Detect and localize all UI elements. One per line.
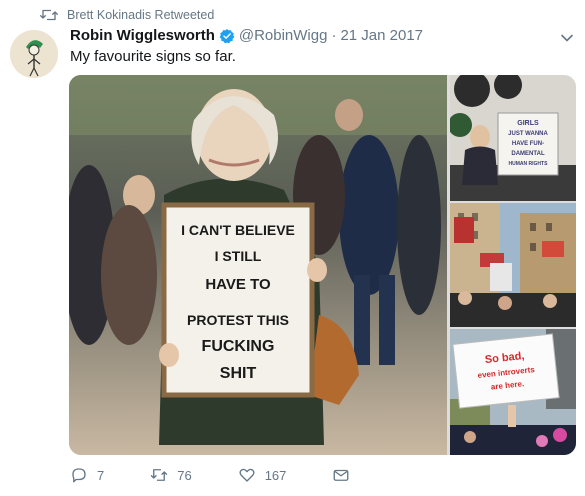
chevron-down-icon[interactable]: [560, 31, 574, 45]
thumb1-sign-line: DAMENTAL: [511, 151, 545, 157]
thumb1-sign-line: HUMAN RIGHTS: [509, 161, 549, 167]
main-sign-line: FUCKING: [202, 338, 275, 355]
retweet-context: Brett Kokinadis Retweeted: [40, 8, 214, 22]
photo-thumbnail-3[interactable]: So bad, even introverts are here.: [450, 329, 576, 455]
photo-main[interactable]: I CAN'T BELIEVE I STILL HAVE TO PROTEST …: [69, 75, 447, 455]
main-sign-line: I CAN'T BELIEVE: [181, 222, 295, 238]
tweet-actions: 7 76 167: [70, 466, 405, 484]
thumb1-sign-line: GIRLS: [517, 120, 539, 127]
author-handle[interactable]: @RobinWigg: [239, 27, 328, 44]
like-count: 167: [264, 467, 287, 483]
retweet-button[interactable]: 76: [150, 466, 192, 484]
avatar-illustration: [10, 30, 58, 78]
like-button[interactable]: 167: [238, 466, 287, 484]
direct-message-button[interactable]: [332, 466, 359, 484]
heart-icon: [239, 468, 255, 482]
verified-badge-icon: [219, 28, 235, 43]
retweet-icon: [151, 469, 168, 481]
avatar[interactable]: [10, 30, 58, 78]
media-grid: I CAN'T BELIEVE I STILL HAVE TO PROTEST …: [69, 75, 576, 455]
main-sign-line: SHIT: [220, 365, 257, 382]
author-name[interactable]: Robin Wigglesworth: [70, 27, 215, 44]
retweet-count: 76: [177, 467, 192, 483]
reply-count: 7: [97, 467, 105, 483]
main-sign-line: PROTEST THIS: [187, 312, 289, 328]
reply-icon: [72, 468, 86, 483]
header-separator: ·: [331, 27, 337, 44]
main-sign-line: I STILL: [215, 248, 262, 264]
photo-thumbnail-2[interactable]: [450, 203, 576, 327]
photo-thumbnail-1[interactable]: GIRLS JUST WANNA HAVE FUN- DAMENTAL HUMA…: [450, 75, 576, 201]
thumb1-sign-line: JUST WANNA: [508, 131, 548, 137]
retweet-icon: [40, 9, 58, 21]
tweet-header: Robin Wigglesworth @RobinWigg · 21 Jan 2…: [70, 27, 423, 44]
main-sign-line: HAVE TO: [205, 276, 271, 293]
tweet-text: My favourite signs so far.: [70, 48, 236, 65]
tweet-date[interactable]: 21 Jan 2017: [340, 27, 423, 44]
thumb1-sign-line: HAVE FUN-: [512, 141, 544, 147]
envelope-icon: [333, 469, 349, 481]
reply-button[interactable]: 7: [70, 466, 104, 484]
retweet-label[interactable]: Brett Kokinadis Retweeted: [67, 8, 214, 22]
